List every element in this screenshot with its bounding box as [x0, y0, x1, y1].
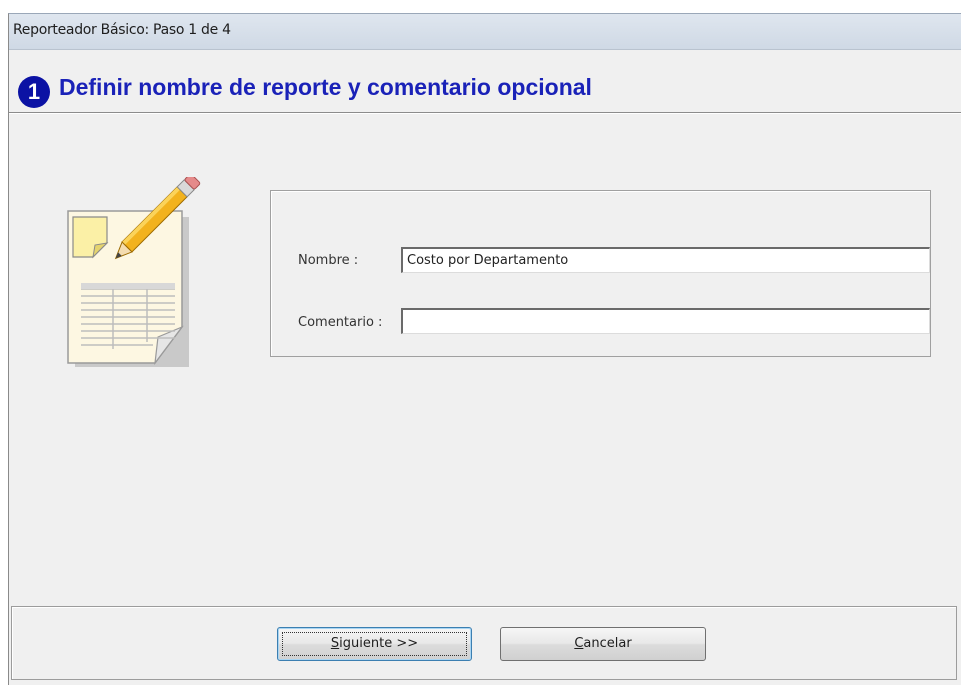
step-heading: Definir nombre de reporte y comentario o…: [59, 74, 592, 100]
comentario-input[interactable]: [401, 308, 930, 334]
report-pencil-icon: [63, 173, 203, 382]
siguiente-button[interactable]: Siguiente >>: [277, 627, 472, 661]
step-number-badge: 1: [18, 76, 50, 108]
report-details-group: Nombre : Comentario :: [270, 190, 931, 357]
wizard-window: Reporteador Básico: Paso 1 de 4 1 Defini…: [8, 13, 961, 685]
nombre-input[interactable]: [401, 247, 930, 273]
header-divider: [9, 112, 961, 114]
nombre-label: Nombre :: [298, 253, 359, 268]
button-bar: Siguiente >> Cancelar: [11, 606, 957, 680]
wizard-header: 1 Definir nombre de reporte y comentario…: [9, 50, 961, 126]
window-title: Reporteador Básico: Paso 1 de 4: [13, 22, 231, 38]
focus-ring: [282, 632, 467, 656]
cancelar-button[interactable]: Cancelar: [500, 627, 706, 661]
title-bar[interactable]: Reporteador Básico: Paso 1 de 4: [9, 14, 961, 50]
comentario-label: Comentario :: [298, 315, 383, 330]
cancelar-label: ancelar: [583, 636, 632, 651]
